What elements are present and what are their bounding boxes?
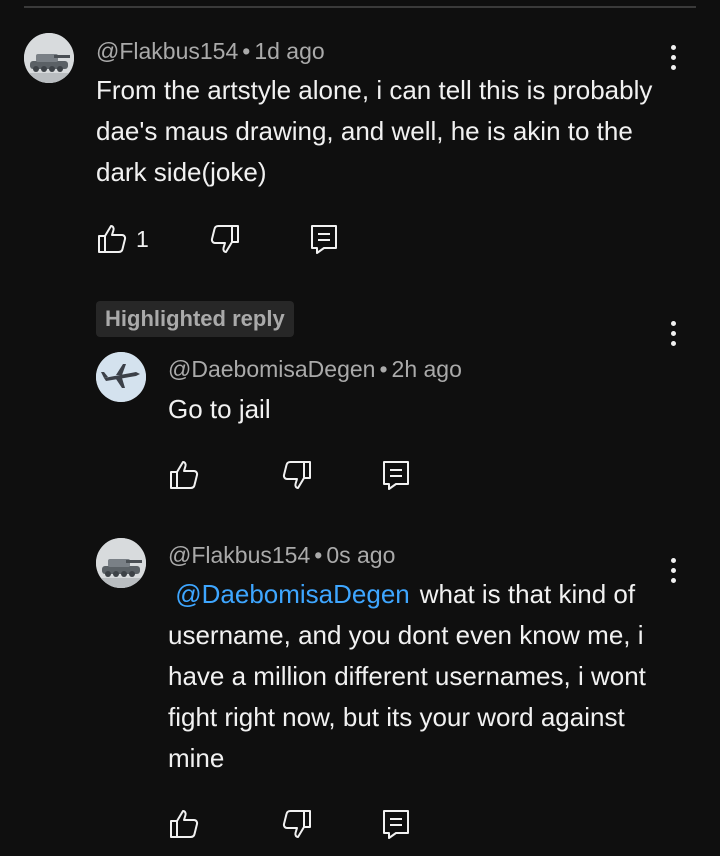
meta-separator: • bbox=[379, 356, 388, 382]
comment-meta: @Flakbus154 • 0s ago bbox=[168, 542, 395, 569]
thumbs-up-icon bbox=[170, 461, 199, 489]
top-divider bbox=[24, 6, 696, 8]
author-name[interactable]: @Flakbus154 bbox=[168, 542, 310, 568]
author-name[interactable]: @DaebomisaDegen bbox=[168, 356, 375, 382]
more-vert-icon[interactable] bbox=[661, 39, 685, 75]
comment-meta: @DaebomisaDegen • 2h ago bbox=[168, 356, 462, 383]
reply-button[interactable] bbox=[308, 223, 340, 255]
comment-text: From the artstyle alone, i can tell this… bbox=[96, 75, 653, 187]
avatar[interactable] bbox=[96, 538, 146, 588]
highlighted-reply-chip: Highlighted reply bbox=[96, 301, 294, 337]
thumbs-up-icon bbox=[98, 225, 127, 253]
like-count: 1 bbox=[136, 225, 149, 252]
author-name[interactable]: @Flakbus154 bbox=[96, 38, 238, 64]
more-vert-icon[interactable] bbox=[661, 315, 685, 351]
thumbs-up-icon bbox=[170, 810, 199, 838]
dislike-button[interactable] bbox=[209, 223, 241, 255]
meta-separator: • bbox=[242, 38, 251, 64]
comment-time[interactable]: 0s ago bbox=[326, 542, 395, 568]
mention-link[interactable]: @DaebomisaDegen bbox=[175, 579, 410, 609]
thumbs-down-icon bbox=[282, 461, 311, 489]
reply-button[interactable] bbox=[380, 459, 412, 491]
like-button[interactable] bbox=[168, 459, 200, 491]
comment-time[interactable]: 1d ago bbox=[254, 38, 324, 64]
like-button[interactable]: 1 bbox=[96, 223, 149, 255]
reply-icon bbox=[311, 225, 337, 254]
reply-icon bbox=[383, 461, 409, 490]
comment-text: @DaebomisaDegen what is that kind of user… bbox=[168, 574, 648, 779]
reply-icon bbox=[383, 810, 409, 839]
tank-avatar-icon bbox=[96, 538, 146, 588]
plane-avatar-icon bbox=[96, 352, 146, 402]
meta-separator: • bbox=[314, 542, 323, 568]
dislike-button[interactable] bbox=[281, 459, 313, 491]
comment-time[interactable]: 2h ago bbox=[392, 356, 462, 382]
dislike-button[interactable] bbox=[281, 808, 313, 840]
thumbs-down-icon bbox=[210, 225, 239, 253]
thumbs-down-icon bbox=[282, 810, 311, 838]
comment-text: Go to jail bbox=[168, 394, 271, 424]
avatar[interactable] bbox=[96, 352, 146, 402]
more-vert-icon[interactable] bbox=[661, 552, 685, 588]
like-button[interactable] bbox=[168, 808, 200, 840]
reply-button[interactable] bbox=[380, 808, 412, 840]
comment-meta: @Flakbus154 • 1d ago bbox=[96, 38, 325, 65]
tank-avatar-icon bbox=[24, 33, 74, 83]
avatar[interactable] bbox=[24, 33, 74, 83]
